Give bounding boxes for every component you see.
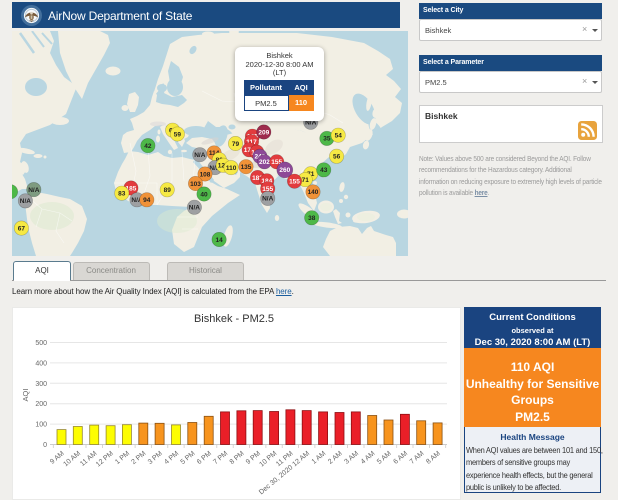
svg-text:67: 67 [18, 225, 26, 232]
svg-text:3 AM: 3 AM [343, 450, 360, 466]
svg-text:10 AM: 10 AM [62, 450, 82, 468]
svg-text:0: 0 [43, 442, 47, 449]
svg-text:79: 79 [232, 141, 240, 148]
svg-text:2 PM: 2 PM [130, 450, 147, 466]
svg-text:1 PM: 1 PM [114, 450, 131, 466]
svg-text:N/A: N/A [20, 198, 32, 205]
svg-text:108: 108 [200, 171, 211, 178]
svg-text:54: 54 [335, 133, 343, 140]
svg-text:12 PM: 12 PM [95, 450, 115, 468]
svg-text:4 AM: 4 AM [360, 450, 377, 466]
svg-text:500: 500 [35, 340, 47, 347]
svg-text:7 PM: 7 PM [212, 450, 229, 466]
svg-text:89: 89 [164, 187, 172, 194]
svg-text:14: 14 [215, 237, 223, 244]
svg-text:8 PM: 8 PM [229, 450, 246, 466]
svg-text:35: 35 [323, 136, 331, 143]
svg-text:10 PM: 10 PM [258, 450, 278, 468]
svg-text:40: 40 [200, 191, 208, 198]
svg-text:260: 260 [279, 167, 290, 174]
svg-text:Bishkek - PM2.5: Bishkek - PM2.5 [194, 313, 274, 325]
svg-text:AQI: AQI [21, 389, 30, 402]
svg-text:N/A: N/A [262, 196, 274, 203]
svg-text:N/A: N/A [189, 205, 201, 212]
svg-text:5 AM: 5 AM [376, 450, 393, 466]
svg-text:7 AM: 7 AM [409, 450, 426, 466]
svg-text:42: 42 [144, 143, 152, 150]
svg-text:135: 135 [241, 164, 252, 171]
svg-text:8 AM: 8 AM [425, 450, 442, 466]
svg-text:56: 56 [333, 154, 341, 161]
svg-text:59: 59 [174, 131, 182, 138]
svg-text:71: 71 [302, 177, 310, 184]
svg-text:6 AM: 6 AM [392, 450, 409, 466]
svg-text:209: 209 [258, 129, 269, 136]
svg-text:400: 400 [35, 360, 47, 367]
svg-text:N/A: N/A [194, 152, 206, 159]
svg-text:6 PM: 6 PM [196, 450, 213, 466]
svg-text:94: 94 [143, 197, 151, 204]
svg-text:100: 100 [35, 422, 47, 429]
svg-text:38: 38 [308, 215, 316, 222]
svg-text:110: 110 [226, 165, 237, 172]
svg-text:1 AM: 1 AM [311, 450, 328, 466]
svg-text:83: 83 [118, 191, 126, 198]
svg-text:3 PM: 3 PM [147, 450, 164, 466]
svg-text:140: 140 [308, 189, 319, 196]
svg-text:4 PM: 4 PM [163, 450, 180, 466]
svg-text:200: 200 [35, 401, 47, 408]
svg-text:N/A: N/A [28, 187, 40, 194]
svg-text:5 PM: 5 PM [180, 450, 197, 466]
svg-text:202: 202 [259, 159, 270, 166]
svg-text:2 AM: 2 AM [327, 450, 344, 466]
svg-text:155: 155 [289, 179, 300, 186]
svg-text:300: 300 [35, 381, 47, 388]
svg-text:43: 43 [320, 167, 328, 174]
svg-text:103: 103 [190, 181, 201, 188]
